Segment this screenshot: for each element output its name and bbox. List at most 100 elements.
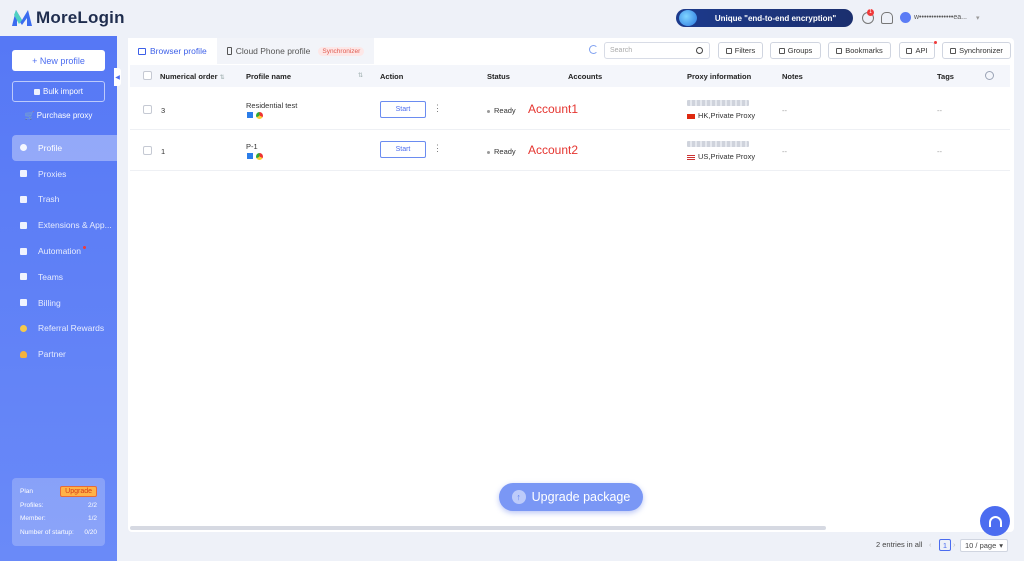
- filters-button[interactable]: Filters: [718, 42, 763, 59]
- row-profile-name[interactable]: Residential test: [246, 101, 297, 110]
- chevron-down-icon: ▾: [999, 541, 1004, 550]
- sidebar-item-trash[interactable]: Trash: [0, 187, 117, 213]
- encryption-promo-banner[interactable]: Unique "end-to-end encryption": [676, 9, 853, 27]
- extensions-icon: [20, 221, 27, 229]
- synchronizer-tag: Synchronizer: [318, 46, 365, 56]
- user-name: w••••••••••••••ea...: [914, 14, 967, 21]
- sort-icon: ⇅: [219, 75, 225, 81]
- filters-label: Filters: [734, 46, 756, 55]
- member-value: 1/2: [87, 515, 97, 523]
- app-name: MoreLogin: [36, 8, 125, 27]
- col-numerical-order[interactable]: Numerical order ⇅: [160, 72, 225, 81]
- sidebar-item-label: Proxies: [38, 168, 67, 179]
- row-status: Ready: [487, 147, 516, 156]
- gear-icon[interactable]: [985, 71, 994, 80]
- page-size-label: 10 / page: [965, 541, 997, 550]
- browser-icon: [138, 47, 146, 55]
- api-indicator-dot: [934, 41, 937, 44]
- synchronizer-icon: [950, 47, 957, 54]
- profile-icon: [20, 144, 27, 152]
- import-icon: [33, 88, 40, 95]
- chevron-down-icon: ▾: [976, 14, 980, 22]
- table-row[interactable]: 3 Residential test Start ⋮ Ready Account…: [130, 90, 1010, 130]
- col-profile-name[interactable]: Profile name: [246, 72, 291, 81]
- horizontal-scrollbar[interactable]: [130, 526, 826, 530]
- refresh-icon[interactable]: [589, 45, 598, 54]
- proxy-ip-redacted: [687, 141, 749, 147]
- trash-icon: [20, 195, 27, 203]
- us-flag-icon: [687, 154, 695, 160]
- table-row[interactable]: 1 P-1 Start ⋮ Ready Account2 US,Private …: [130, 131, 1010, 171]
- plan-label: Plan: [20, 488, 34, 496]
- tab-browser-profile[interactable]: Browser profile: [128, 38, 217, 64]
- bookmark-icon: [836, 47, 843, 54]
- select-all-checkbox[interactable]: [143, 71, 152, 80]
- api-icon: [906, 47, 913, 54]
- tab-cloud-phone-profile[interactable]: Cloud Phone profile Synchronizer: [216, 38, 375, 64]
- page-size-select[interactable]: 10 / page ▾: [960, 539, 1009, 552]
- os-browser-icons: [247, 153, 263, 160]
- tab-label: Cloud Phone profile: [235, 46, 311, 56]
- upgrade-package-button[interactable]: ↑ Upgrade package: [499, 483, 643, 511]
- search-input[interactable]: Search: [604, 42, 710, 59]
- page-number[interactable]: 1: [939, 539, 951, 551]
- sidebar-item-label: Extensions & App...: [38, 220, 112, 231]
- profile-tabs: Browser profile Cloud Phone profile Sync…: [128, 38, 375, 64]
- proxy-ip-redacted: [687, 100, 749, 106]
- start-button[interactable]: Start: [380, 101, 426, 118]
- more-options-icon[interactable]: ⋮: [433, 104, 442, 113]
- status-text: Ready: [494, 147, 516, 156]
- col-tags: Tags: [937, 72, 954, 81]
- headset-icon: [988, 515, 1002, 527]
- col-proxy-information: Proxy information: [687, 72, 752, 81]
- promo-text: Unique "end-to-end encryption": [714, 13, 837, 23]
- bulk-import-button[interactable]: Bulk import: [12, 81, 105, 102]
- row-notes: --: [782, 106, 787, 115]
- upgrade-button[interactable]: Upgrade: [60, 486, 97, 498]
- collapse-sidebar-button[interactable]: ◀: [114, 68, 121, 86]
- startup-label: Number of startup:: [20, 528, 74, 536]
- sidebar-item-profile[interactable]: Profile: [12, 135, 117, 161]
- plan-card: Plan Upgrade Profiles: 2/2 Member: 1/2 N…: [12, 478, 105, 546]
- groups-button[interactable]: Groups: [770, 42, 821, 59]
- prev-page-icon[interactable]: ‹: [929, 540, 932, 549]
- row-order: 3: [161, 106, 166, 115]
- sidebar-item-label: Referral Rewards: [38, 323, 105, 334]
- pagination-current[interactable]: 1: [939, 539, 951, 551]
- row-checkbox[interactable]: [143, 105, 152, 114]
- bookmarks-button[interactable]: Bookmarks: [828, 42, 891, 59]
- sort-icon[interactable]: ⇅: [358, 72, 363, 79]
- col-status: Status: [487, 72, 510, 81]
- sidebar-item-automation[interactable]: Automation: [0, 238, 117, 264]
- row-checkbox[interactable]: [143, 146, 152, 155]
- bell-icon[interactable]: [881, 12, 893, 24]
- synchronizer-button[interactable]: Synchronizer: [942, 42, 1011, 59]
- start-button[interactable]: Start: [380, 141, 426, 158]
- sidebar-item-billing[interactable]: Billing: [0, 290, 117, 316]
- sidebar-item-teams[interactable]: Teams: [0, 264, 117, 290]
- row-tags: --: [937, 106, 942, 115]
- row-profile-name[interactable]: P-1: [246, 142, 258, 151]
- billing-icon: [20, 299, 27, 307]
- sidebar-item-referral[interactable]: Referral Rewards: [0, 316, 117, 342]
- next-page-icon[interactable]: ›: [953, 540, 956, 549]
- automation-icon: [20, 247, 27, 255]
- windows-icon: [247, 153, 253, 159]
- sidebar-item-partner[interactable]: Partner: [0, 341, 117, 367]
- api-button[interactable]: API: [899, 42, 935, 59]
- api-label: API: [915, 46, 928, 55]
- tab-label: Browser profile: [150, 46, 207, 56]
- customer-support-button[interactable]: [980, 506, 1010, 536]
- row-status: Ready: [487, 106, 516, 115]
- sidebar-item-extensions[interactable]: Extensions & App...: [0, 212, 117, 238]
- sidebar-item-label: Automation: [38, 246, 81, 257]
- sidebar-item-proxies[interactable]: Proxies: [0, 161, 117, 187]
- sidebar-item-label: Profile: [38, 142, 63, 153]
- new-profile-button[interactable]: + New profile: [12, 50, 105, 71]
- globe-icon: [679, 10, 697, 26]
- user-menu[interactable]: w••••••••••••••ea... ▾: [900, 12, 980, 23]
- top-bar: MoreLogin Unique "end-to-end encryption"…: [0, 0, 1024, 36]
- purchase-proxy-link[interactable]: 🛒 Purchase proxy: [12, 111, 105, 120]
- page-size-control[interactable]: 10 / page ▾: [960, 539, 1009, 552]
- more-options-icon[interactable]: ⋮: [433, 144, 442, 153]
